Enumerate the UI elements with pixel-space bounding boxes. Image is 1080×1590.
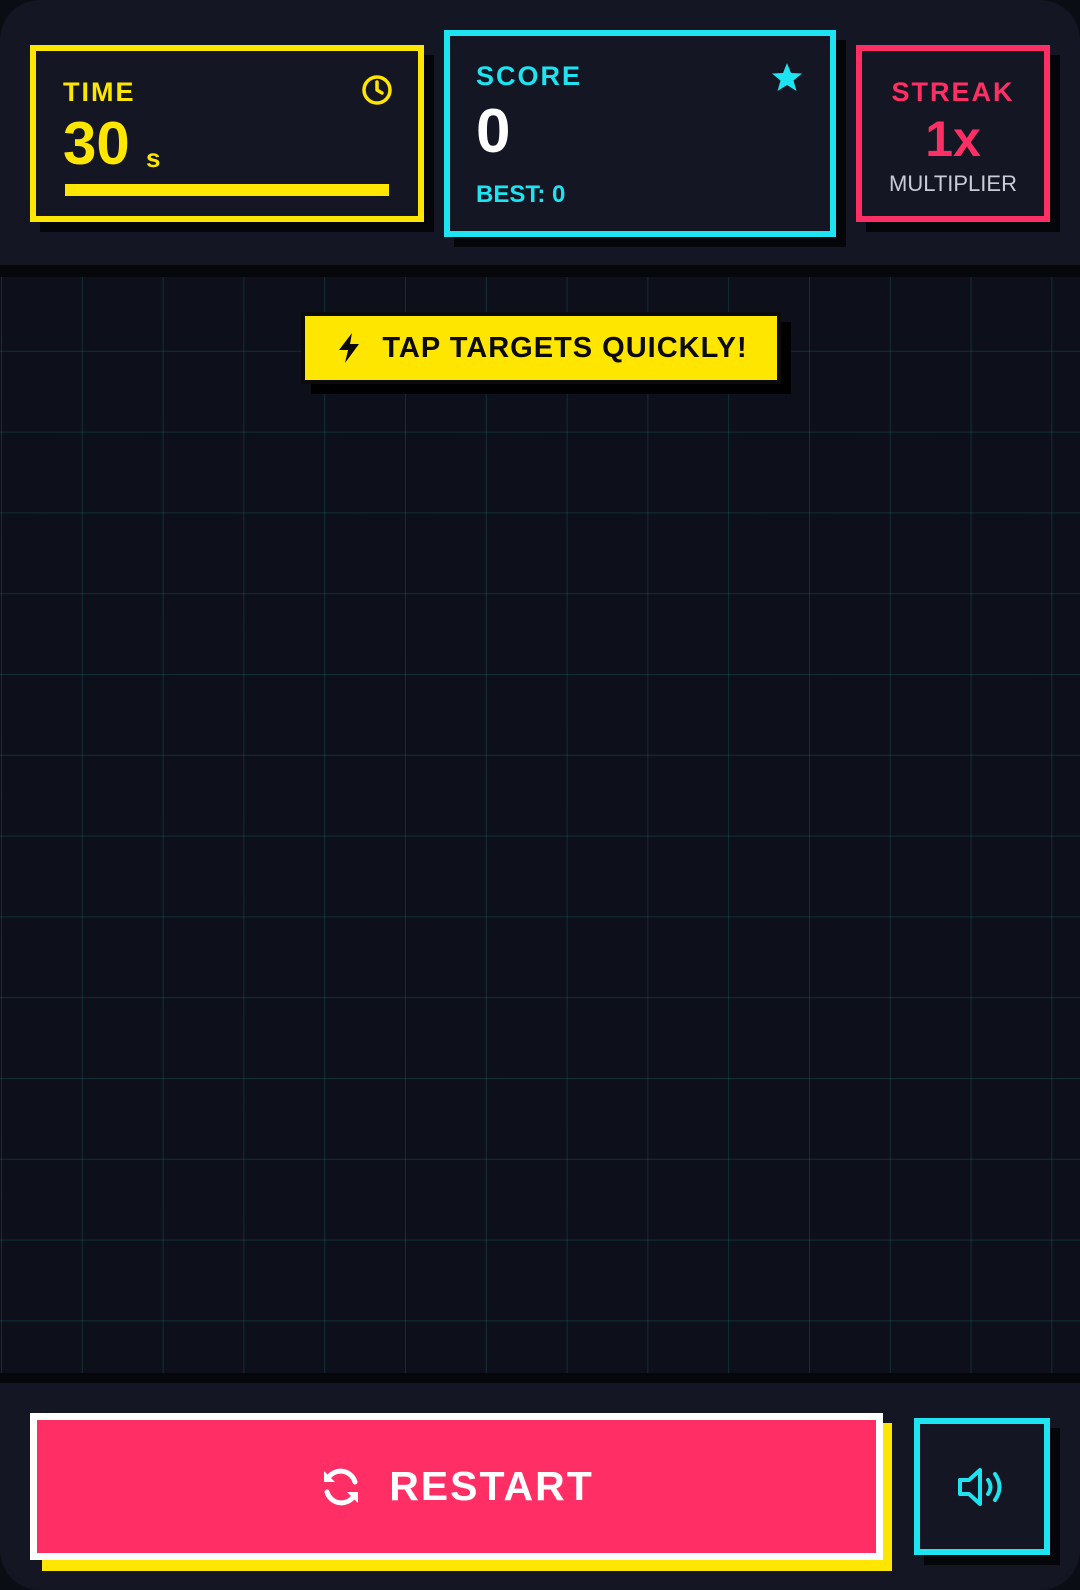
bolt-icon: [339, 333, 360, 363]
refresh-icon: [324, 1468, 359, 1505]
game-screen: TIME 30 s SCORE 0 BEST: 0 STREAK 1x MULT…: [0, 0, 1080, 1590]
hint-banner: TAP TARGETS QUICKLY!: [301, 312, 781, 384]
multiplier-label: MULTIPLIER: [889, 171, 1017, 196]
hint-text: TAP TARGETS QUICKLY!: [382, 331, 748, 364]
time-progress-bar: [65, 184, 389, 196]
score-label: SCORE: [476, 61, 583, 91]
time-label: TIME: [63, 77, 136, 107]
streak-card: STREAK 1x MULTIPLIER: [856, 45, 1050, 222]
score-value: 0: [476, 97, 511, 166]
play-field[interactable]: [0, 277, 1080, 1373]
time-progress-fill: [65, 184, 389, 196]
speaker-icon: [958, 1467, 1002, 1506]
streak-value: 1x: [925, 111, 981, 167]
time-card: TIME 30 s: [30, 45, 424, 222]
clock-icon: [362, 75, 392, 105]
time-unit: s: [146, 143, 161, 173]
best-score: BEST: 0: [476, 181, 566, 208]
time-value: 30: [63, 110, 130, 177]
footer-divider: [0, 1373, 1080, 1383]
star-icon: [772, 63, 802, 91]
restart-button[interactable]: RESTART: [30, 1413, 883, 1560]
streak-label: STREAK: [891, 77, 1015, 107]
restart-label: RESTART: [389, 1463, 594, 1509]
header-divider: [0, 265, 1080, 277]
score-card: SCORE 0 BEST: 0: [444, 30, 836, 237]
sound-toggle-button[interactable]: [914, 1418, 1050, 1555]
